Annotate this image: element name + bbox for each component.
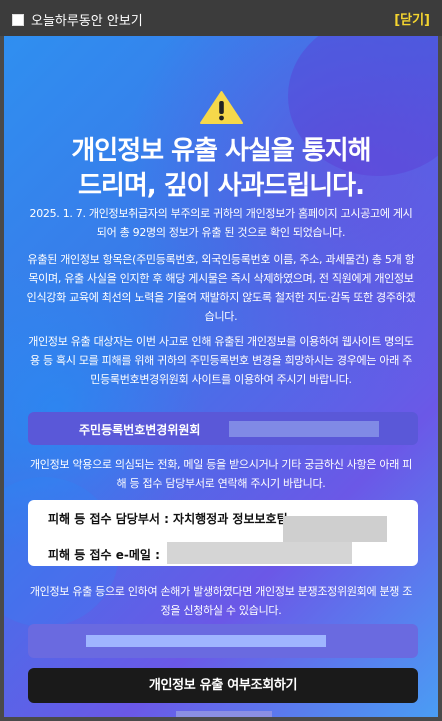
notice-paragraph-4: 개인정보 악용으로 의심되는 전화, 메일 등을 받으시거나 기타 궁금하신 사… <box>29 458 413 490</box>
check-leak-button[interactable]: 개인정보 유출 여부조회하기 <box>28 668 418 703</box>
blurred-email <box>167 542 352 564</box>
notice-paragraph-2: 유출된 개인정보 항목은(주민등록번호, 외국인등록번호 이름, 주소, 과세물… <box>26 253 416 323</box>
privacy-notice-panel: 개인정보 유출 사실을 통지해 드리며, 깊이 사과드립니다. 2025. 1.… <box>4 36 438 717</box>
warning-icon <box>200 91 243 124</box>
blurred-contact-info <box>283 516 387 542</box>
email-info-label: 피해 등 접수 e-메일 : <box>48 548 160 562</box>
hide-today-label: 오늘하루동안 안보기 <box>31 14 143 29</box>
blurred-link <box>86 635 326 647</box>
blurred-footer-info <box>176 711 272 717</box>
blurred-url <box>229 421 379 437</box>
contact-info-box: 피해 등 접수 담당부서 : 자치행정과 정보보호팀 피해 등 접수 e-메일 … <box>28 500 418 566</box>
hide-today-checkbox[interactable]: 오늘하루동안 안보기 <box>12 10 143 29</box>
department-info: 피해 등 접수 담당부서 : 자치행정과 정보보호팀 <box>48 512 288 526</box>
notice-paragraph-3: 개인정보 유출 대상자는 이번 사고로 인해 유출된 개인정보를 이용하여 웹사… <box>28 335 414 386</box>
checkbox-icon[interactable] <box>12 13 24 26</box>
notice-title: 개인정보 유출 사실을 통지해 드리며, 깊이 사과드립니다. <box>71 136 371 201</box>
popup-top-bar: 오늘하루동안 안보기 [닫기] <box>0 0 442 36</box>
id-change-committee-link[interactable]: 주민등록번호변경위원회 <box>28 412 418 445</box>
id-change-committee-label: 주민등록번호변경위원회 <box>79 423 201 437</box>
mediation-link-bar[interactable] <box>28 624 418 658</box>
notice-paragraph-1: 2025. 1. 7. 개인정보취급자의 부주의로 귀하의 개인정보가 홈페이지… <box>29 207 413 239</box>
notice-paragraph-5: 개인정보 유출 등으로 인하여 손해가 발생하였다면 개인정보 분쟁조정위원회에… <box>29 585 413 617</box>
close-button[interactable]: [닫기] <box>394 9 430 28</box>
